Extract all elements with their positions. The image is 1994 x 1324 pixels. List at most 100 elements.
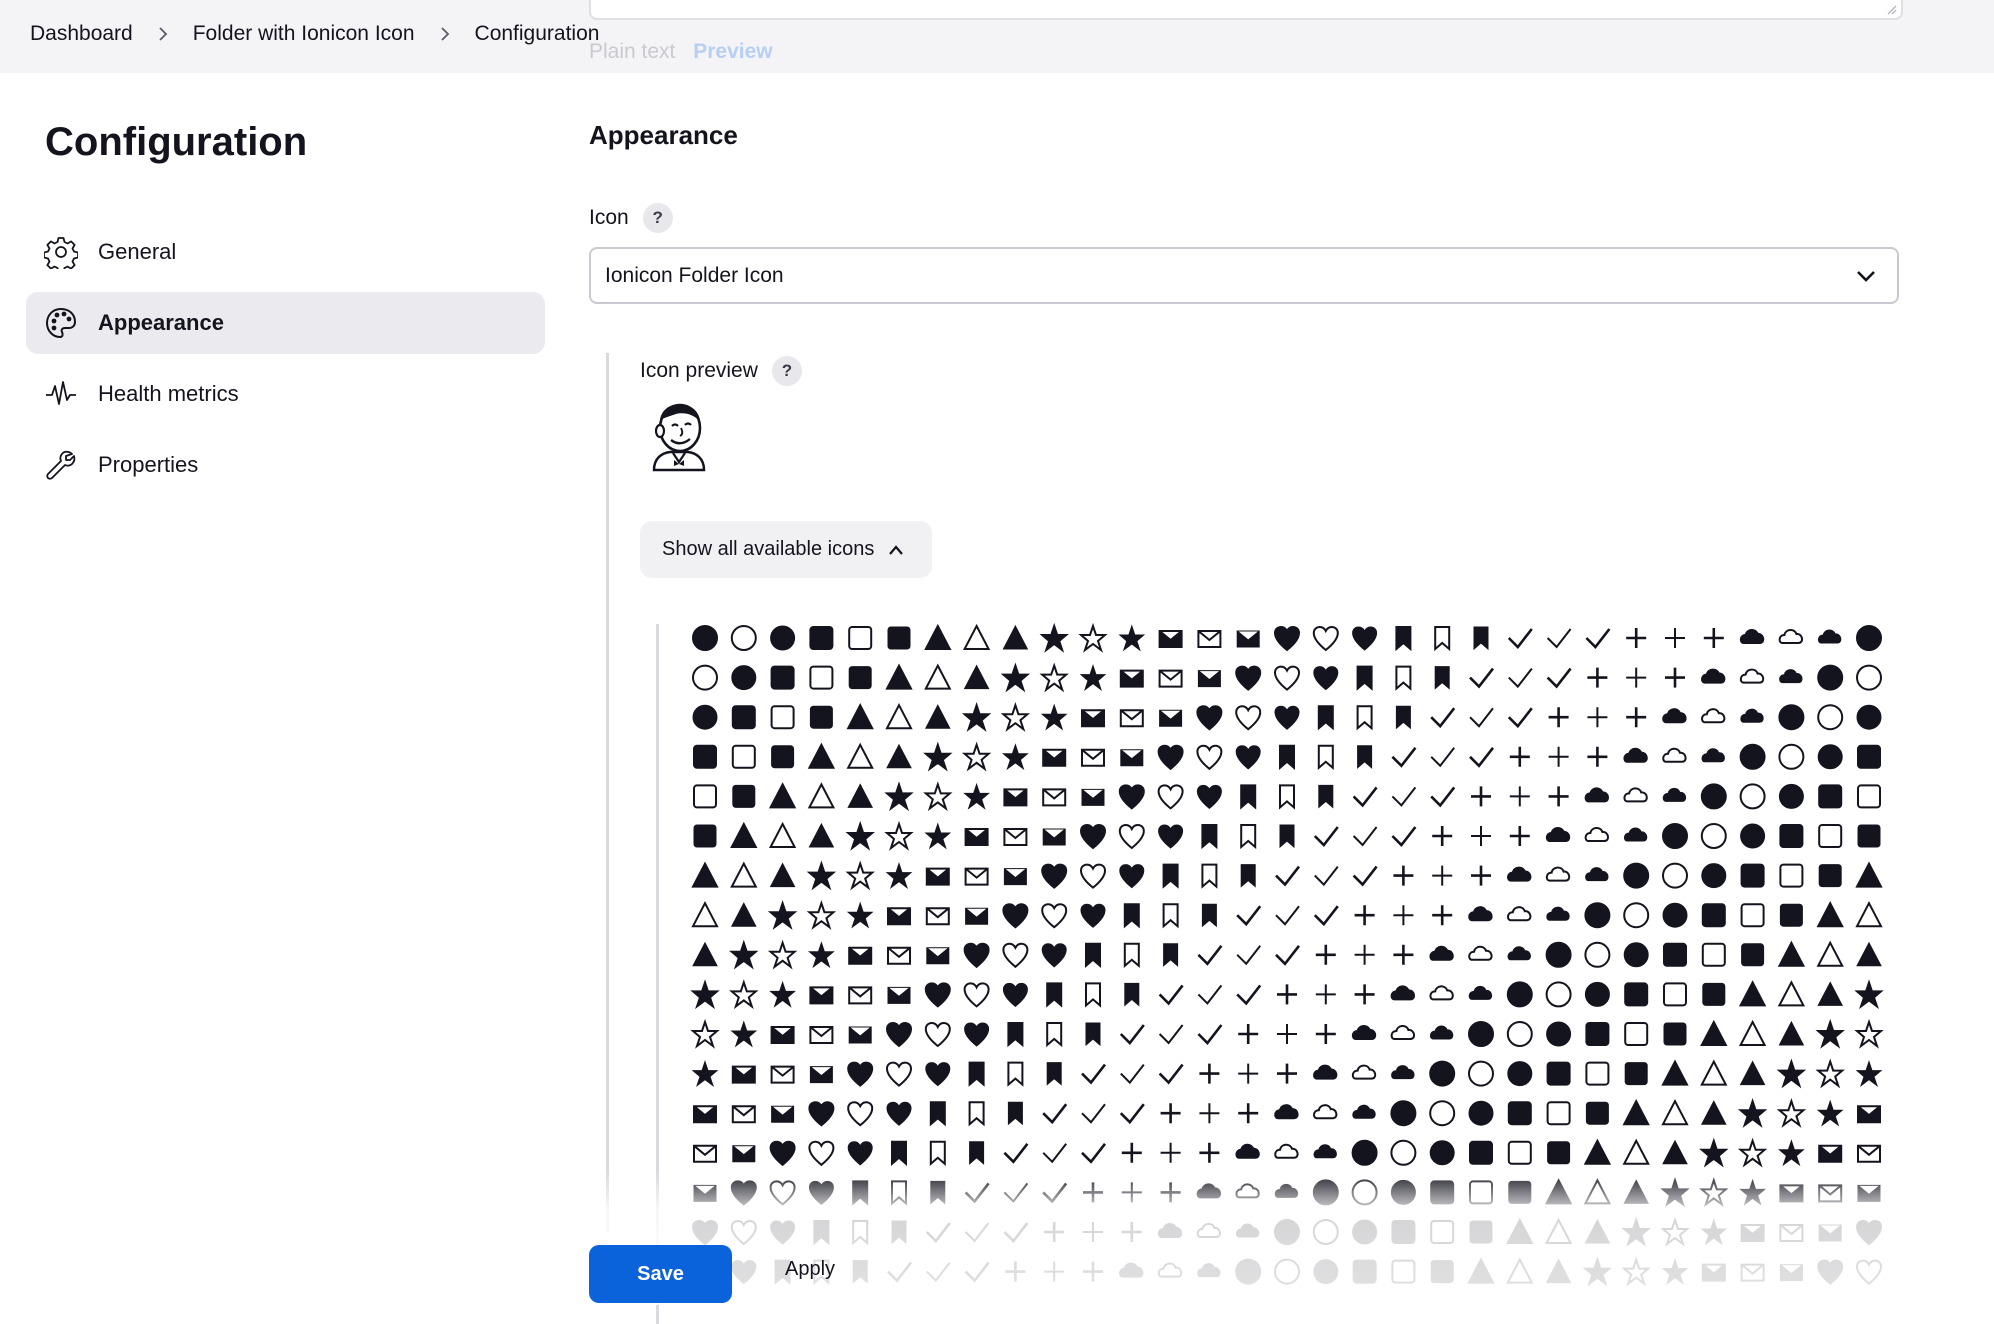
library-icon <box>884 820 914 851</box>
library-icon <box>1003 788 1028 807</box>
library-icon <box>1778 629 1803 644</box>
sidebar-item-general[interactable]: General <box>26 221 545 283</box>
library-icon <box>925 1062 951 1087</box>
library-icon <box>1662 747 1687 763</box>
library-icon <box>808 822 835 848</box>
library-icon <box>1081 709 1105 728</box>
library-icon <box>924 982 951 1008</box>
library-icon <box>1352 786 1378 808</box>
apply-button[interactable]: Apply <box>785 1258 835 1281</box>
library-icon <box>1157 744 1184 771</box>
library-icon <box>1661 1059 1689 1086</box>
show-all-icons-button[interactable]: Show all available icons <box>640 521 932 578</box>
library-icon <box>767 900 798 930</box>
library-icon <box>1584 981 1610 1007</box>
library-icon <box>1857 784 1881 809</box>
icon-label-text: Icon <box>589 206 629 229</box>
library-icon <box>1118 624 1146 652</box>
library-icon <box>1196 784 1222 810</box>
library-icon <box>1507 628 1533 649</box>
library-icon <box>1737 1137 1768 1168</box>
breadcrumb-folder[interactable]: Folder with Ionicon Icon <box>193 22 415 46</box>
library-icon <box>1158 630 1183 648</box>
library-icon <box>1274 1104 1299 1120</box>
chevron-down-icon <box>1857 271 1875 282</box>
library-icon <box>729 939 759 970</box>
library-icon <box>1041 903 1068 929</box>
sidebar-item-health-metrics[interactable]: Health metrics <box>26 363 545 425</box>
library-icon <box>730 902 757 927</box>
breadcrumb-configuration[interactable]: Configuration <box>475 22 600 46</box>
pulse-icon <box>44 377 78 411</box>
library-icon <box>1277 1063 1297 1084</box>
help-icon[interactable]: ? <box>771 356 802 386</box>
library-icon <box>1119 709 1144 728</box>
library-icon <box>693 1144 717 1163</box>
library-icon <box>1042 748 1067 767</box>
library-icon <box>929 1140 946 1166</box>
library-icon <box>929 1101 946 1127</box>
library-icon <box>1739 783 1766 810</box>
library-icon <box>1197 984 1223 1005</box>
sidebar-item-properties[interactable]: Properties <box>26 434 545 496</box>
library-icon <box>1002 903 1029 929</box>
library-icon <box>1000 702 1031 732</box>
library-icon <box>1545 866 1571 882</box>
library-icon <box>1818 784 1843 809</box>
library-icon <box>730 821 758 848</box>
library-icon <box>769 980 796 1008</box>
library-icon <box>847 1061 874 1087</box>
library-icon <box>1041 863 1068 889</box>
library-icon <box>1585 1101 1609 1125</box>
library-icon <box>1007 1022 1024 1048</box>
description-textarea[interactable] <box>589 0 1903 20</box>
help-icon[interactable]: ? <box>642 203 673 233</box>
library-icon <box>884 781 914 812</box>
library-icon <box>1199 1103 1220 1124</box>
library-icon <box>1279 784 1295 810</box>
library-icon <box>1737 1098 1768 1128</box>
library-icon <box>1163 943 1179 967</box>
library-icon <box>1546 1101 1571 1126</box>
library-icon <box>1585 1022 1610 1046</box>
library-icon <box>1699 1137 1729 1168</box>
library-icon <box>1778 783 1804 809</box>
library-icon <box>1235 665 1262 691</box>
library-icon <box>808 941 835 969</box>
resize-grip-icon[interactable] <box>1885 3 1897 15</box>
library-icon <box>968 1101 985 1127</box>
library-icon <box>1546 667 1572 689</box>
library-icon <box>1701 668 1726 684</box>
library-icon <box>1046 1062 1062 1086</box>
library-icon <box>1081 1143 1107 1164</box>
library-icon <box>1548 746 1569 767</box>
library-icon <box>1662 862 1688 889</box>
sidebar-item-appearance[interactable]: Appearance <box>26 292 545 354</box>
library-icon <box>1080 903 1106 928</box>
library-icon <box>1391 826 1417 847</box>
library-icon <box>1818 864 1842 888</box>
library-icon <box>847 1101 874 1127</box>
library-icon <box>891 1140 907 1166</box>
library-icon <box>1739 1060 1766 1086</box>
icon-select[interactable]: Ionicon Folder Icon <box>589 247 1899 304</box>
plain-text-option[interactable]: Plain text <box>589 40 675 63</box>
breadcrumb-dashboard[interactable]: Dashboard <box>30 22 133 46</box>
library-icon <box>1313 666 1339 691</box>
library-icon <box>1275 865 1301 887</box>
library-icon <box>1120 749 1144 767</box>
library-icon <box>690 1018 720 1049</box>
library-icon <box>1587 746 1608 767</box>
save-button[interactable]: Save <box>589 1245 732 1303</box>
library-icon <box>1662 1139 1688 1165</box>
library-icon <box>1817 744 1843 770</box>
preview-link[interactable]: Preview <box>693 40 772 63</box>
library-icon <box>729 979 759 1010</box>
library-icon <box>1236 630 1260 648</box>
library-icon <box>1240 864 1256 888</box>
library-icon <box>1818 824 1843 848</box>
library-icon <box>1158 1024 1184 1045</box>
library-icon <box>1313 905 1339 927</box>
library-icon <box>1235 1143 1260 1159</box>
gear-icon <box>44 235 78 269</box>
